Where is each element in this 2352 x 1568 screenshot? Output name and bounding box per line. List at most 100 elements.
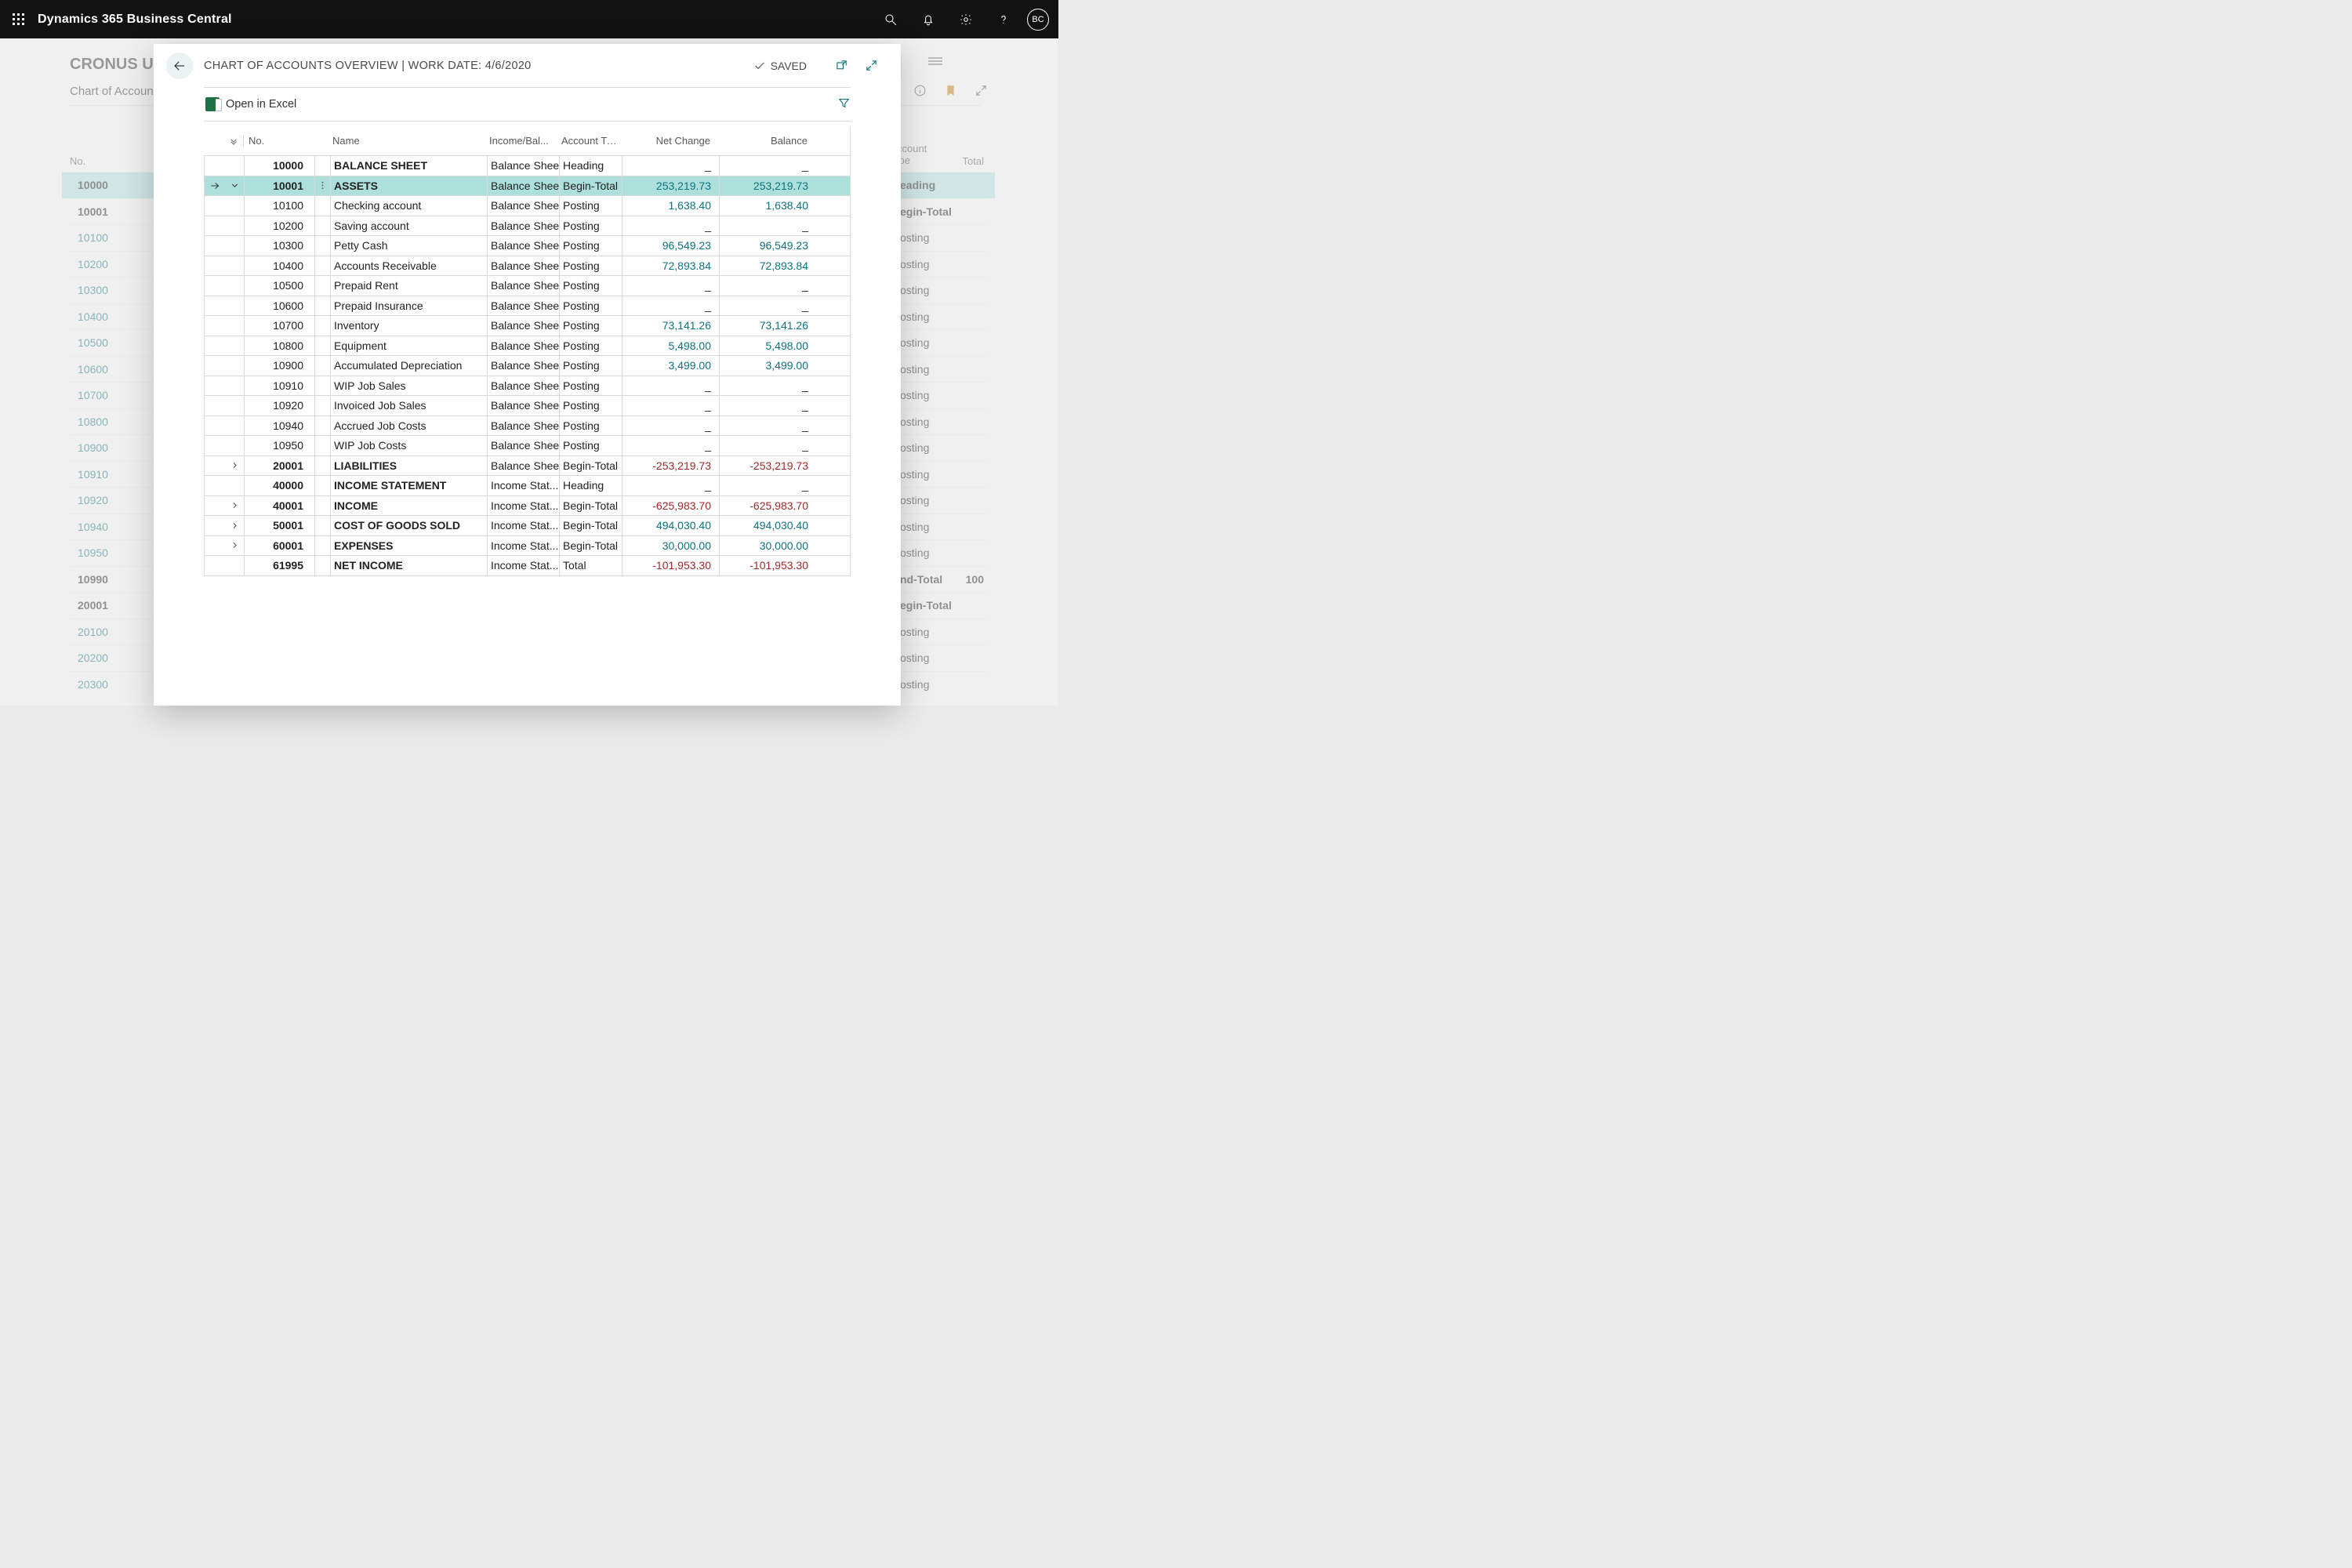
cell-balance[interactable]: 253,219.73 <box>719 176 816 196</box>
cell-balance[interactable]: 3,499.00 <box>719 356 816 376</box>
grid-row[interactable]: 10500Prepaid RentBalance SheetPosting__ <box>205 276 850 296</box>
grid-row[interactable]: 10200Saving accountBalance SheetPosting_… <box>205 216 850 237</box>
help-icon[interactable] <box>985 0 1022 38</box>
grid-row[interactable]: 40000INCOME STATEMENTIncome Stat...Headi… <box>205 476 850 496</box>
chevron-right-icon[interactable] <box>225 456 244 476</box>
bg-left-row[interactable]: 10400 <box>70 303 156 330</box>
grid-row[interactable]: 10920Invoiced Job SalesBalance SheetPost… <box>205 396 850 416</box>
bg-left-row[interactable]: 20200 <box>70 644 156 671</box>
grid-row[interactable]: 10300Petty CashBalance SheetPosting96,54… <box>205 236 850 256</box>
bg-left-row[interactable]: 10100 <box>70 224 156 251</box>
cell-balance[interactable]: _ <box>719 216 816 236</box>
open-in-excel-button[interactable]: Open in Excel <box>204 97 296 111</box>
info-icon[interactable] <box>913 84 927 100</box>
chevron-right-icon[interactable] <box>225 496 244 516</box>
cell-net-change[interactable]: _ <box>622 296 719 316</box>
bookmark-icon[interactable] <box>944 84 957 100</box>
bg-left-row[interactable]: 10700 <box>70 382 156 408</box>
grid-row[interactable]: 10900Accumulated DepreciationBalance She… <box>205 356 850 376</box>
cell-net-change[interactable]: _ <box>622 416 719 436</box>
cell-balance[interactable]: 96,549.23 <box>719 236 816 256</box>
grid-row[interactable]: 10000BALANCE SHEETBalance SheetHeading__ <box>205 156 850 176</box>
cell-net-change[interactable]: _ <box>622 476 719 495</box>
cell-net-change[interactable]: _ <box>622 376 719 396</box>
grid-row[interactable]: 10001ASSETSBalance SheetBegin-Total253,2… <box>205 176 850 197</box>
bg-left-row[interactable]: 10990 <box>70 566 156 593</box>
popout-icon[interactable] <box>830 59 852 72</box>
user-avatar[interactable]: BC <box>1027 9 1049 31</box>
cell-balance[interactable]: _ <box>719 416 816 436</box>
grid-row[interactable]: 10700InventoryBalance SheetPosting73,141… <box>205 316 850 336</box>
col-type[interactable]: Account Type <box>558 135 621 147</box>
bg-left-row[interactable]: 10940 <box>70 514 156 540</box>
bg-left-row[interactable]: 10200 <box>70 251 156 278</box>
filter-icon[interactable] <box>837 96 851 112</box>
chevron-right-icon[interactable] <box>225 516 244 535</box>
bg-left-row[interactable]: 10600 <box>70 356 156 383</box>
grid-row[interactable]: 60001EXPENSESIncome Stat...Begin-Total30… <box>205 536 850 557</box>
cell-net-change[interactable]: _ <box>622 276 719 296</box>
grid-row[interactable]: 40001INCOMEIncome Stat...Begin-Total-625… <box>205 496 850 517</box>
settings-icon[interactable] <box>947 0 985 38</box>
bg-left-row[interactable]: 10920 <box>70 487 156 514</box>
bg-left-row[interactable]: 20001 <box>70 592 156 619</box>
cell-net-change[interactable]: _ <box>622 436 719 456</box>
cell-net-change[interactable]: _ <box>622 396 719 416</box>
chevron-down-icon[interactable] <box>225 176 244 196</box>
grid-row[interactable]: 10950WIP Job CostsBalance SheetPosting__ <box>205 436 850 456</box>
cell-net-change[interactable]: 72,893.84 <box>622 256 719 276</box>
cell-net-change[interactable]: 253,219.73 <box>622 176 719 196</box>
cell-balance[interactable]: 30,000.00 <box>719 536 816 556</box>
grid-row[interactable]: 61995NET INCOMEIncome Stat...Total-101,9… <box>205 556 850 576</box>
cell-net-change[interactable]: 3,499.00 <box>622 356 719 376</box>
cell-balance[interactable]: _ <box>719 396 816 416</box>
col-no[interactable]: No. <box>243 135 314 147</box>
cell-net-change[interactable]: _ <box>622 216 719 236</box>
cell-balance[interactable]: _ <box>719 436 816 456</box>
cell-balance[interactable]: 72,893.84 <box>719 256 816 276</box>
col-name[interactable]: Name <box>329 135 486 147</box>
cell-balance[interactable]: 5,498.00 <box>719 336 816 356</box>
grid-row[interactable]: 10940Accrued Job CostsBalance SheetPosti… <box>205 416 850 437</box>
search-icon[interactable] <box>872 0 909 38</box>
grid-row[interactable]: 50001COST OF GOODS SOLDIncome Stat...Beg… <box>205 516 850 536</box>
grid-row[interactable]: 10400Accounts ReceivableBalance SheetPos… <box>205 256 850 277</box>
grid-row[interactable]: 10100Checking accountBalance SheetPostin… <box>205 196 850 216</box>
app-launcher-icon[interactable] <box>0 0 38 38</box>
cell-net-change[interactable]: 494,030.40 <box>622 516 719 535</box>
bg-left-row[interactable]: 10910 <box>70 461 156 488</box>
cell-net-change[interactable]: _ <box>622 156 719 176</box>
bg-left-row[interactable]: 10000 <box>62 172 156 198</box>
back-button[interactable] <box>166 53 193 79</box>
cell-balance[interactable]: -253,219.73 <box>719 456 816 476</box>
notifications-icon[interactable] <box>909 0 947 38</box>
cell-balance[interactable]: _ <box>719 156 816 176</box>
cell-net-change[interactable]: 1,638.40 <box>622 196 719 216</box>
bg-left-row[interactable]: 10950 <box>70 539 156 566</box>
grid-row[interactable]: 10910WIP Job SalesBalance SheetPosting__ <box>205 376 850 397</box>
cell-balance[interactable]: 73,141.26 <box>719 316 816 336</box>
bg-left-row[interactable]: 20300 <box>70 671 156 698</box>
cell-balance[interactable]: -101,953.30 <box>719 556 816 575</box>
cell-net-change[interactable]: -101,953.30 <box>622 556 719 575</box>
col-balance[interactable]: Balance <box>718 135 815 147</box>
grid-row[interactable]: 10600Prepaid InsuranceBalance SheetPosti… <box>205 296 850 317</box>
collapse-all-icon[interactable] <box>224 136 243 147</box>
cell-balance[interactable]: _ <box>719 296 816 316</box>
cell-balance[interactable]: _ <box>719 276 816 296</box>
cell-net-change[interactable]: -253,219.73 <box>622 456 719 476</box>
cell-balance[interactable]: _ <box>719 476 816 495</box>
expand-icon[interactable] <box>975 84 988 100</box>
expand-panel-icon[interactable] <box>860 59 882 72</box>
cell-balance[interactable]: 1,638.40 <box>719 196 816 216</box>
grid-row[interactable]: 10800EquipmentBalance SheetPosting5,498.… <box>205 336 850 357</box>
bg-left-row[interactable]: 10001 <box>70 198 156 225</box>
cell-net-change[interactable]: -625,983.70 <box>622 496 719 516</box>
cell-net-change[interactable]: 5,498.00 <box>622 336 719 356</box>
more-menu-icon[interactable] <box>928 56 942 68</box>
bg-left-row[interactable]: 10300 <box>70 277 156 303</box>
bg-left-row[interactable]: 20100 <box>70 619 156 645</box>
cell-balance[interactable]: 494,030.40 <box>719 516 816 535</box>
cell-net-change[interactable]: 30,000.00 <box>622 536 719 556</box>
cell-net-change[interactable]: 96,549.23 <box>622 236 719 256</box>
